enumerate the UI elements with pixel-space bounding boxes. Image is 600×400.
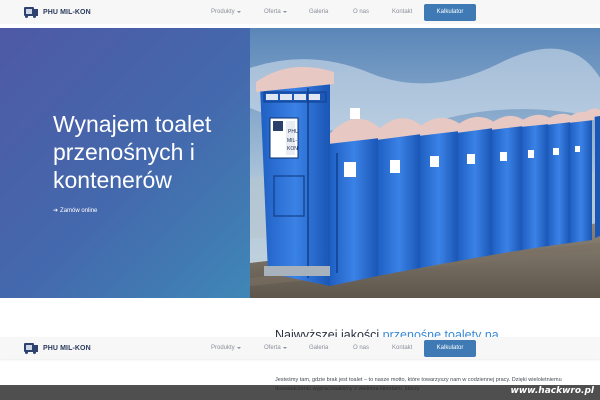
order-online-link[interactable]: ➔ Zamów online <box>53 207 98 215</box>
svg-text:MIL-: MIL- <box>287 138 297 144</box>
caret-down-icon <box>282 347 287 349</box>
arrow-right-icon: ➔ <box>53 208 59 214</box>
brand-name: PHU MIL-KON <box>43 8 91 16</box>
top-navbar: PHU MIL-KON Produkty Oferta Galeria O na… <box>0 0 600 24</box>
watermark-text: www.hackwro.pl <box>510 386 594 396</box>
nav-item-label: Oferta <box>264 9 281 15</box>
nav-item-label: O nas <box>353 345 370 351</box>
nav-item-oferta[interactable]: Oferta <box>264 345 287 351</box>
caret-down-icon <box>236 347 241 349</box>
nav-item-label: O nas <box>353 9 370 15</box>
kalkulator-button[interactable]: Kalkulator <box>424 3 476 21</box>
order-online-label: Zamów online <box>60 207 98 214</box>
nav-item-label: Produkty <box>211 9 235 15</box>
toilets-illustration: PHU MIL- KON <box>250 28 600 298</box>
nav-item-o-nas[interactable]: O nas <box>353 345 369 351</box>
caret-down-icon <box>282 11 287 13</box>
nav-item-galeria[interactable]: Galeria <box>309 345 328 351</box>
hero-title: Wynajem toalet przenośnych i kontenerów <box>53 111 212 193</box>
nav-item-label: Oferta <box>264 345 281 351</box>
hero-image-portable-toilets: PHU MIL- KON <box>250 28 600 298</box>
nav-item-kontakt[interactable]: Kontakt <box>392 9 412 15</box>
truck-logo-icon <box>24 6 38 18</box>
kalkulator-button[interactable]: Kalkulator <box>424 339 476 357</box>
caret-down-icon <box>236 11 241 13</box>
nav-item-o-nas[interactable]: O nas <box>353 9 369 15</box>
sticky-navbar: PHU MIL-KON Produkty Oferta Galeria O na… <box>0 337 600 359</box>
nav-item-galeria[interactable]: Galeria <box>309 9 328 15</box>
svg-text:KON: KON <box>287 146 298 152</box>
image-sign-text: PHU <box>288 129 299 135</box>
nav-item-oferta[interactable]: Oferta <box>264 9 287 15</box>
nav-item-label: Kontakt <box>392 9 413 15</box>
nav-item-kontakt[interactable]: Kontakt <box>392 345 412 351</box>
nav-item-label: Kontakt <box>392 345 413 351</box>
hero-section: Wynajem toalet przenośnych i kontenerów … <box>0 28 600 298</box>
nav-item-label: Galeria <box>309 9 329 15</box>
nav-item-label: Produkty <box>211 345 235 351</box>
hero-gradient-panel: Wynajem toalet przenośnych i kontenerów … <box>0 28 250 298</box>
brand-logo-link[interactable]: PHU MIL-KON <box>24 342 91 354</box>
nav-item-produkty[interactable]: Produkty <box>211 345 241 351</box>
brand-logo-link[interactable]: PHU MIL-KON <box>24 6 91 18</box>
brand-name: PHU MIL-KON <box>43 344 91 352</box>
nav-item-produkty[interactable]: Produkty <box>211 9 241 15</box>
truck-logo-icon <box>24 342 38 354</box>
nav-item-label: Galeria <box>309 345 329 351</box>
